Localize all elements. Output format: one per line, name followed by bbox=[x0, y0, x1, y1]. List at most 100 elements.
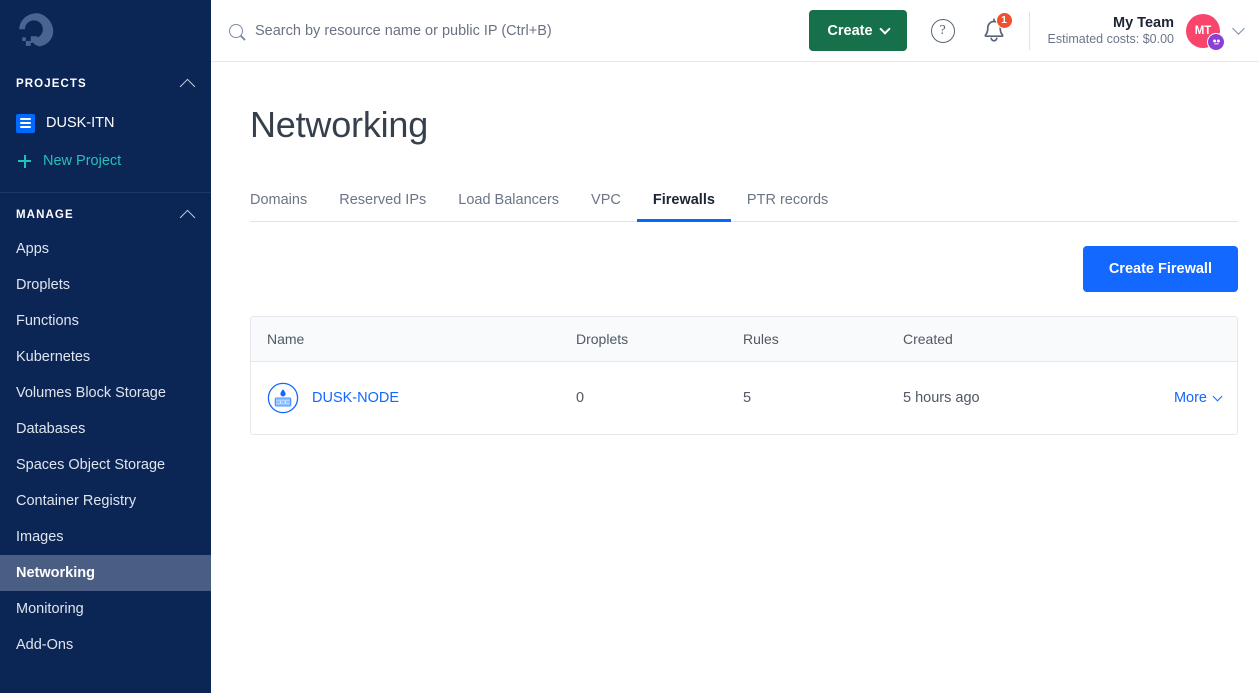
more-menu-button[interactable]: More bbox=[1173, 390, 1223, 406]
tab-label: PTR records bbox=[746, 192, 829, 208]
help-button[interactable]: ? bbox=[907, 18, 955, 43]
sidebar-item-functions[interactable]: Functions bbox=[0, 303, 211, 339]
table-header: Name Droplets Rules Created bbox=[251, 317, 1237, 362]
page-title: Networking bbox=[250, 104, 429, 145]
top-bar: Create ? 1 My Team Estimated costs: $0.0… bbox=[211, 0, 1259, 62]
team-name: My Team bbox=[1113, 14, 1174, 31]
sidebar-item-images[interactable]: Images bbox=[0, 519, 211, 555]
avatar[interactable]: MT bbox=[1186, 13, 1225, 51]
sidebar-item-spaces-object-storage[interactable]: Spaces Object Storage bbox=[0, 447, 211, 483]
cell-name: DUSK-NODE bbox=[251, 362, 576, 435]
search-area[interactable] bbox=[229, 22, 810, 39]
sidebar-item-networking[interactable]: Networking bbox=[0, 555, 211, 591]
column-header-droplets: Droplets bbox=[576, 317, 743, 362]
digitalocean-logo-icon bbox=[19, 13, 54, 47]
more-label: More bbox=[1173, 390, 1207, 406]
sidebar-item-volumes-block-storage[interactable]: Volumes Block Storage bbox=[0, 375, 211, 411]
sidebar-projects-header[interactable]: PROJECTS bbox=[0, 68, 211, 100]
tab-label: Reserved IPs bbox=[339, 192, 427, 208]
sidebar-manage-heading: MANAGE bbox=[16, 209, 74, 221]
sidebar-item-label: Kubernetes bbox=[16, 349, 91, 365]
action-row: Create Firewall bbox=[250, 246, 1238, 292]
project-icon bbox=[16, 113, 35, 133]
question-mark-icon: ? bbox=[930, 18, 955, 43]
cell-droplets: 0 bbox=[576, 390, 585, 406]
cell-created: 5 hours ago bbox=[903, 390, 980, 406]
sidebar-project-dusk-itn[interactable]: DUSK-ITN bbox=[0, 106, 211, 140]
tab-label: Firewalls bbox=[652, 192, 715, 208]
create-firewall-button[interactable]: Create Firewall bbox=[1082, 246, 1238, 292]
sidebar-item-container-registry[interactable]: Container Registry bbox=[0, 483, 211, 519]
sidebar: PROJECTS DUSK-ITN New Project MANAGE App… bbox=[0, 0, 211, 693]
column-header-actions bbox=[1127, 317, 1237, 362]
sidebar-item-kubernetes[interactable]: Kubernetes bbox=[0, 339, 211, 375]
tab-domains[interactable]: Domains bbox=[250, 192, 323, 221]
cell-actions: More bbox=[1127, 362, 1237, 435]
table-row: DUSK-NODE 0 5 5 hours ago More bbox=[251, 362, 1237, 435]
tab-label: Domains bbox=[250, 192, 308, 208]
new-project-label: New Project bbox=[43, 153, 122, 169]
sidebar-item-apps[interactable]: Apps bbox=[0, 231, 211, 267]
sidebar-item-label: Droplets bbox=[16, 277, 70, 293]
column-header-rules: Rules bbox=[743, 317, 903, 362]
tab-label: Load Balancers bbox=[458, 192, 560, 208]
sidebar-item-label: Spaces Object Storage bbox=[16, 457, 166, 473]
sidebar-item-label: Functions bbox=[16, 313, 79, 329]
account-menu-chevron-down-icon[interactable] bbox=[1232, 22, 1245, 35]
sidebar-item-label: Networking bbox=[16, 565, 95, 581]
sidebar-item-label: Databases bbox=[16, 421, 86, 437]
estimated-costs: Estimated costs: $0.00 bbox=[1047, 31, 1174, 46]
notifications-badge: 1 bbox=[995, 11, 1013, 29]
sidebar-projects-heading: PROJECTS bbox=[16, 78, 87, 90]
table-body: DUSK-NODE 0 5 5 hours ago More bbox=[251, 362, 1237, 435]
new-project-button[interactable]: New Project bbox=[0, 144, 211, 178]
tab-reserved-ips[interactable]: Reserved IPs bbox=[323, 192, 442, 221]
tab-ptr-records[interactable]: PTR records bbox=[731, 192, 844, 221]
create-button[interactable]: Create bbox=[809, 10, 907, 51]
firewall-name-link[interactable]: DUSK-NODE bbox=[312, 390, 399, 406]
sidebar-item-label: Volumes Block Storage bbox=[16, 385, 166, 401]
column-header-created: Created bbox=[903, 317, 1127, 362]
chevron-up-icon[interactable] bbox=[179, 78, 196, 94]
chevron-up-icon[interactable] bbox=[179, 209, 196, 225]
user-status-icon bbox=[1207, 32, 1225, 51]
table-header-row: Name Droplets Rules Created bbox=[251, 317, 1237, 362]
search-input[interactable] bbox=[255, 22, 810, 39]
sidebar-item-label: Apps bbox=[16, 241, 50, 257]
logo-home-link[interactable] bbox=[0, 0, 211, 62]
page-content: Networking Domains Reserved IPs Load Bal… bbox=[211, 62, 1259, 435]
chevron-down-icon bbox=[1212, 391, 1223, 401]
sidebar-item-label: Add-Ons bbox=[16, 637, 74, 653]
chevron-down-icon bbox=[878, 22, 891, 35]
app-root: PROJECTS DUSK-ITN New Project MANAGE App… bbox=[0, 0, 1259, 693]
tab-label: VPC bbox=[591, 192, 621, 208]
firewalls-table: Name Droplets Rules Created DUSK-NODE 0 … bbox=[251, 317, 1237, 434]
tab-bar: Domains Reserved IPs Load Balancers VPC … bbox=[250, 192, 1238, 222]
sidebar-item-droplets[interactable]: Droplets bbox=[0, 267, 211, 303]
sidebar-item-add-ons[interactable]: Add-Ons bbox=[0, 627, 211, 663]
column-header-name: Name bbox=[251, 317, 576, 362]
firewalls-table-card: Name Droplets Rules Created DUSK-NODE 0 … bbox=[250, 316, 1238, 435]
sidebar-divider bbox=[0, 192, 211, 193]
team-info[interactable]: My Team Estimated costs: $0.00 bbox=[1048, 14, 1174, 48]
sidebar-item-databases[interactable]: Databases bbox=[0, 411, 211, 447]
tab-load-balancers[interactable]: Load Balancers bbox=[442, 192, 575, 221]
avatar-badge-glyph bbox=[1210, 36, 1222, 47]
plus-icon bbox=[18, 154, 31, 168]
firewall-name-cell: DUSK-NODE bbox=[267, 382, 576, 414]
tab-firewalls[interactable]: Firewalls bbox=[636, 192, 731, 222]
main-area: Create ? 1 My Team Estimated costs: $0.0… bbox=[211, 0, 1259, 693]
topbar-divider bbox=[1028, 11, 1030, 50]
firewall-icon bbox=[267, 382, 299, 414]
search-icon bbox=[229, 23, 243, 38]
sidebar-item-label: Monitoring bbox=[16, 601, 84, 617]
sidebar-item-label: Images bbox=[16, 529, 64, 545]
sidebar-item-label: Container Registry bbox=[16, 493, 137, 509]
notifications-button[interactable]: 1 bbox=[981, 11, 1013, 46]
create-button-label: Create bbox=[827, 22, 873, 39]
sidebar-project-label: DUSK-ITN bbox=[46, 115, 115, 131]
sidebar-manage-header[interactable]: MANAGE bbox=[0, 199, 211, 231]
cell-rules: 5 bbox=[743, 390, 752, 406]
sidebar-item-monitoring[interactable]: Monitoring bbox=[0, 591, 211, 627]
tab-vpc[interactable]: VPC bbox=[575, 192, 637, 221]
